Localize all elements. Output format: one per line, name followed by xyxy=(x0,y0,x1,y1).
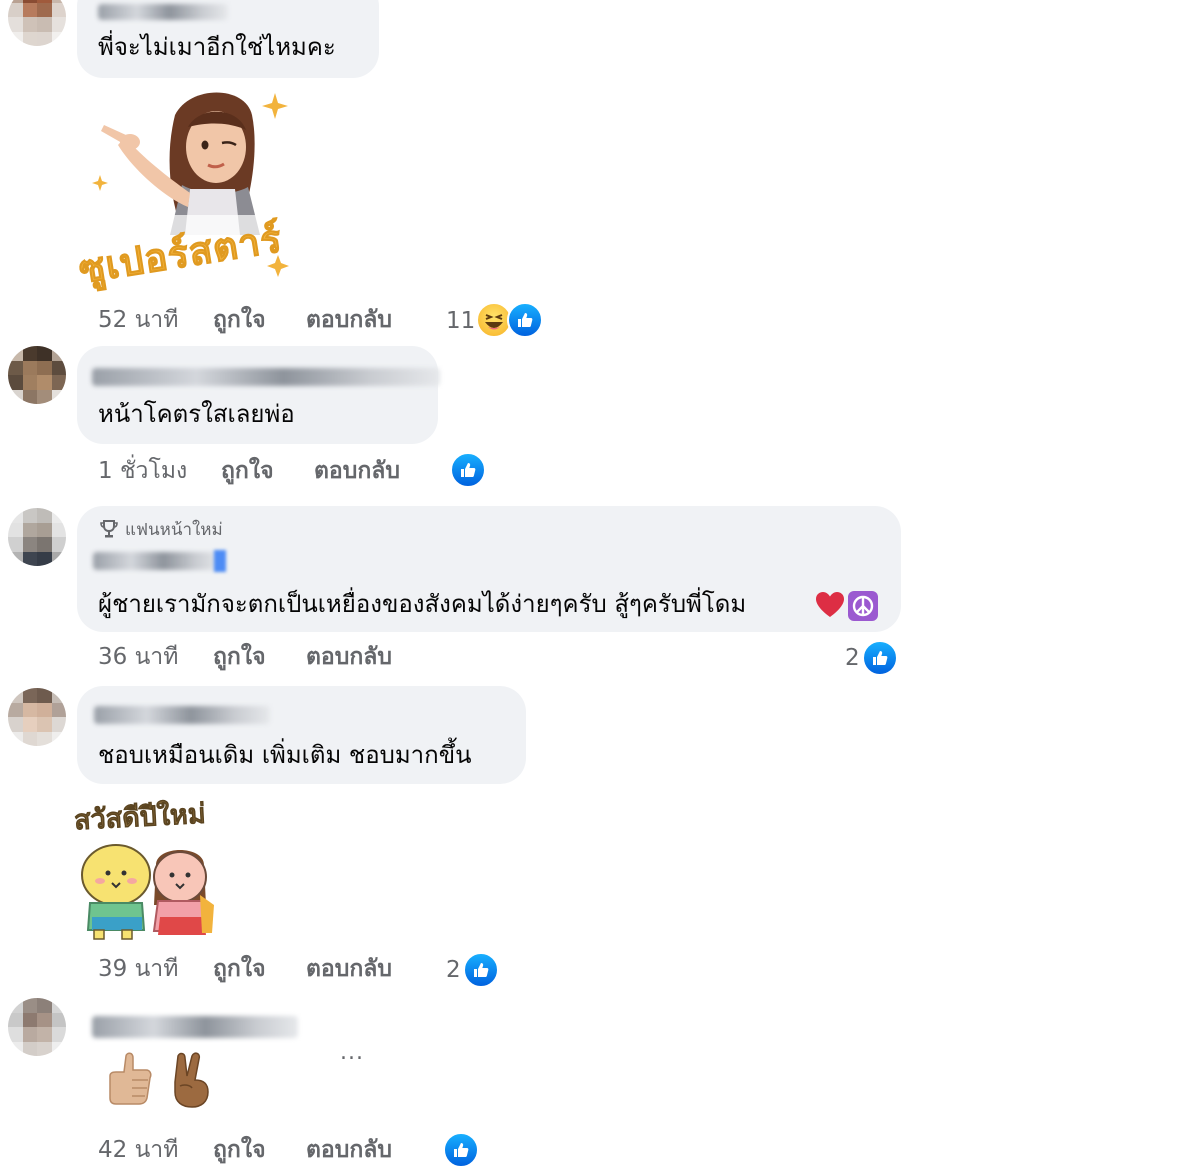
reply-link[interactable]: ตอบกลับ xyxy=(306,307,392,333)
timestamp[interactable]: 42 นาที xyxy=(98,1137,178,1163)
timestamp[interactable]: 36 นาที xyxy=(98,644,178,670)
author-name-redacted[interactable] xyxy=(98,4,228,20)
verified-mark-redacted xyxy=(214,550,226,572)
reply-link[interactable]: ตอบกลับ xyxy=(314,458,400,484)
like-icon[interactable] xyxy=(450,452,486,488)
sticker-illustration xyxy=(81,844,214,940)
timestamp[interactable]: 39 นาที xyxy=(98,956,178,982)
sticker-new-year[interactable]: สวัสดีปีใหม่ xyxy=(72,795,232,945)
victory-hand-emoji-icon xyxy=(168,1052,212,1108)
comment-text: พี่จะไม่เมาอีกใช่ไหมคะ xyxy=(98,33,336,61)
comment-bubble xyxy=(77,346,438,444)
reply-link[interactable]: ตอบกลับ xyxy=(306,956,392,982)
like-icon[interactable] xyxy=(507,302,543,338)
author-name-redacted[interactable] xyxy=(93,552,221,570)
reply-link[interactable]: ตอบกลับ xyxy=(306,644,392,670)
like-link[interactable]: ถูกใจ xyxy=(213,307,266,333)
reaction-count[interactable]: 11 xyxy=(446,307,475,335)
reaction-count[interactable]: 2 xyxy=(446,956,461,984)
avatar[interactable] xyxy=(8,508,66,566)
like-icon[interactable] xyxy=(443,1132,479,1168)
timestamp[interactable]: 52 นาที xyxy=(98,307,178,333)
reaction-count[interactable]: 2 xyxy=(845,644,860,672)
like-icon[interactable] xyxy=(463,952,499,988)
like-link[interactable]: ถูกใจ xyxy=(213,644,266,670)
author-name-redacted[interactable] xyxy=(94,706,270,724)
thumbs-up-emoji-icon xyxy=(102,1050,154,1106)
more-options-icon[interactable]: ... xyxy=(340,1040,364,1065)
reply-link[interactable]: ตอบกลับ xyxy=(306,1137,392,1163)
like-link[interactable]: ถูกใจ xyxy=(213,956,266,982)
peace-emoji-icon xyxy=(848,591,878,621)
avatar[interactable] xyxy=(8,998,66,1056)
fan-badge-label: แฟนหน้าใหม่ xyxy=(125,520,223,540)
trophy-badge-icon xyxy=(100,519,118,539)
avatar[interactable] xyxy=(8,0,66,46)
avatar[interactable] xyxy=(8,346,66,404)
like-icon[interactable] xyxy=(862,640,898,676)
like-link[interactable]: ถูกใจ xyxy=(221,458,274,484)
comment-text: หน้าโคตรใสเลยพ่อ xyxy=(98,400,295,428)
author-name-redacted[interactable] xyxy=(92,368,440,386)
comment-text: ชอบเหมือนเดิม เพิ่มเติม ชอบมากขึ้น xyxy=(98,741,472,769)
comment-meta: 52 นาที xyxy=(98,306,178,334)
avatar[interactable] xyxy=(8,688,66,746)
comment-text: ผู้ชายเรามักจะตกเป็นเหยื่องของสังคมได้ง่… xyxy=(98,590,747,618)
author-name-redacted[interactable] xyxy=(92,1016,298,1038)
sticker-superstar[interactable]: ซูเปอร์สตาร์ xyxy=(70,85,310,295)
timestamp[interactable]: 1 ชั่วโมง xyxy=(98,458,187,484)
heart-emoji-icon xyxy=(815,591,845,619)
like-link[interactable]: ถูกใจ xyxy=(213,1137,266,1163)
